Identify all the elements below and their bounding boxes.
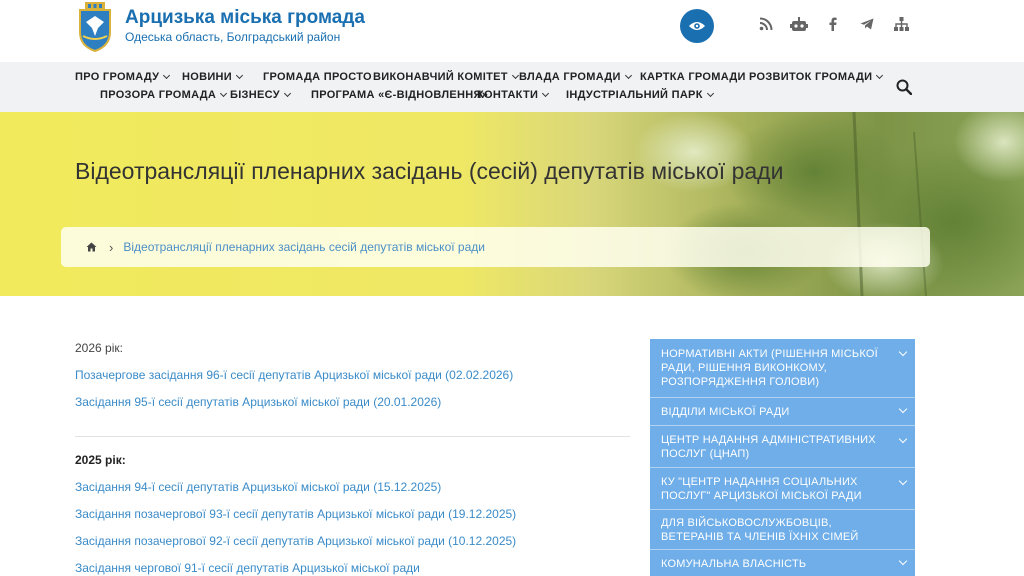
nav-item-label: КАРТКА ГРОМАДИ	[640, 71, 746, 83]
chevron-down-icon	[706, 89, 714, 98]
nav-item-label: НОВИНИ	[182, 71, 233, 83]
sidebar-item-cnap[interactable]: ЦЕНТР НАДАННЯ АДМІНІСТРАТИВНИХ ПОСЛУГ (Ц…	[650, 426, 915, 468]
foliage-background-image	[634, 112, 1024, 296]
accessibility-button[interactable]	[680, 9, 714, 43]
chatbot-link[interactable]	[790, 15, 808, 33]
sidebar-item-label: ДЛЯ ВІЙСЬКОВОСЛУЖБОВЦІВ, ВЕТЕРАНІВ ТА ЧЛ…	[661, 516, 859, 543]
coat-of-arms-logo[interactable]	[76, 2, 114, 52]
nav-item-contacts[interactable]: КОНТАКТИ	[477, 89, 550, 101]
session-link[interactable]: Засідання позачергової 93-ї сесії депута…	[75, 507, 516, 521]
page-banner	[0, 112, 1024, 296]
nav-item-e-recovery[interactable]: ПРОГРАМА «Є-ВІДНОВЛЕННЯ»	[311, 89, 488, 101]
nav-item-community-simple[interactable]: ГРОМАДА ПРОСТО	[263, 71, 372, 83]
chevron-down-icon	[511, 71, 519, 80]
nav-item-development[interactable]: РОЗВИТОК ГРОМАДИ	[749, 71, 884, 83]
nav-item-label: КОНТАКТИ	[477, 89, 539, 101]
sidebar-item-departments[interactable]: ВІДДІЛИ МІСЬКОЇ РАДИ	[650, 398, 915, 426]
page-title: Відеотрансляції пленарних засідань (сесі…	[75, 158, 784, 184]
session-link[interactable]: Засідання чергової 91-ї сесії депутатів …	[75, 561, 420, 575]
nav-item-label: ВЛАДА ГРОМАДИ	[519, 71, 621, 83]
nav-item-community-card[interactable]: КАРТКА ГРОМАДИ	[640, 71, 746, 83]
breadcrumb-separator-icon: ›	[109, 239, 114, 255]
nav-item-about[interactable]: ПРО ГРОМАДУ	[75, 71, 171, 83]
sidebar-item-label: ЦЕНТР НАДАННЯ АДМІНІСТРАТИВНИХ ПОСЛУГ (Ц…	[661, 433, 876, 460]
chevron-down-icon	[898, 404, 908, 414]
chevron-down-icon	[898, 476, 908, 486]
session-link[interactable]: Засідання 94-ї сесії депутатів Арцизької…	[75, 480, 441, 494]
telegram-link[interactable]	[858, 15, 876, 33]
session-link[interactable]: Засідання позачергової 92-ї сесії депута…	[75, 534, 516, 548]
sidebar-item-label: КУ "ЦЕНТР НАДАННЯ СОЦІАЛЬНИХ ПОСЛУГ" АРЦ…	[661, 475, 862, 502]
chevron-down-icon	[898, 347, 908, 357]
session-link[interactable]: Засідання 95-ї сесії депутатів Арцизької…	[75, 395, 441, 409]
nav-item-transparency[interactable]: ПРОЗОРА ГРОМАДА	[100, 89, 228, 101]
nav-item-label: ПРОЗОРА ГРОМАДА	[100, 89, 217, 101]
home-icon[interactable]	[86, 242, 97, 252]
site-subtitle: Одеська область, Болградський район	[125, 30, 341, 44]
session-link[interactable]: Позачергове засідання 96-ї сесії депутат…	[75, 368, 513, 382]
facebook-icon	[829, 17, 837, 31]
nav-item-label: ІНДУСТРІАЛЬНИЙ ПАРК	[566, 89, 703, 101]
eye-icon	[689, 22, 705, 30]
sidebar-menu: НОРМАТИВНІ АКТИ (РІШЕННЯ МІСЬКОЇ РАДИ, Р…	[650, 339, 915, 576]
nav-item-news[interactable]: НОВИНИ	[182, 71, 244, 83]
rss-link[interactable]	[757, 15, 775, 33]
breadcrumb: › Відеотрансляції пленарних засідань сес…	[61, 227, 930, 267]
sitemap-link[interactable]	[892, 15, 910, 33]
nav-item-label: ПРО ГРОМАДУ	[75, 71, 160, 83]
sidebar-item-label: НОРМАТИВНІ АКТИ (РІШЕННЯ МІСЬКОЇ РАДИ, Р…	[661, 348, 878, 388]
chevron-down-icon	[898, 434, 908, 444]
chevron-down-icon	[235, 71, 244, 80]
nav-item-business[interactable]: БІЗНЕСУ	[230, 89, 291, 101]
telegram-icon	[860, 18, 874, 30]
robot-icon	[790, 16, 808, 31]
site-title[interactable]: Арцизька міська громада	[125, 7, 365, 29]
sidebar-item-label: КОМУНАЛЬНА ВЛАСНІСТЬ	[661, 557, 807, 570]
sidebar-item-communal-property[interactable]: КОМУНАЛЬНА ВЛАСНІСТЬ	[650, 550, 915, 576]
chevron-down-icon	[876, 71, 884, 80]
chevron-down-icon	[163, 71, 171, 80]
sidebar-item-social-services[interactable]: КУ "ЦЕНТР НАДАННЯ СОЦІАЛЬНИХ ПОСЛУГ" АРЦ…	[650, 468, 915, 510]
chevron-down-icon	[542, 89, 550, 98]
main-navigation: ПРО ГРОМАДУ НОВИНИ ГРОМАДА ПРОСТО ВИКОНА…	[0, 62, 1024, 112]
year-heading-2025: 2025 рік:	[75, 453, 126, 467]
nav-item-label: ПРОГРАМА «Є-ВІДНОВЛЕННЯ»	[311, 89, 489, 101]
search-icon[interactable]	[896, 79, 912, 95]
rss-icon	[759, 17, 773, 31]
nav-item-industrial-park[interactable]: ІНДУСТРІАЛЬНИЙ ПАРК	[566, 89, 714, 101]
breadcrumb-current: Відеотрансляції пленарних засідань сесій…	[123, 240, 485, 254]
nav-item-label: БІЗНЕСУ	[230, 89, 280, 101]
nav-item-label: РОЗВИТОК ГРОМАДИ	[749, 71, 873, 83]
sidebar-item-normative-acts[interactable]: НОРМАТИВНІ АКТИ (РІШЕННЯ МІСЬКОЇ РАДИ, Р…	[650, 339, 915, 398]
sitemap-icon	[893, 17, 909, 31]
chevron-down-icon	[898, 556, 908, 566]
year-heading-2026: 2026 рік:	[75, 341, 123, 355]
nav-item-executive-committee[interactable]: ВИКОНАВЧИЙ КОМІТЕТ	[373, 71, 519, 83]
nav-item-label: ВИКОНАВЧИЙ КОМІТЕТ	[373, 71, 508, 83]
nav-item-label: ГРОМАДА ПРОСТО	[263, 71, 372, 83]
section-divider	[75, 436, 630, 437]
chevron-down-icon	[624, 71, 632, 80]
nav-item-authority[interactable]: ВЛАДА ГРОМАДИ	[519, 71, 632, 83]
chevron-down-icon	[283, 89, 291, 98]
chevron-down-icon	[220, 89, 228, 98]
site-header: Арцизька міська громада Одеська область,…	[0, 0, 1024, 62]
sidebar-item-label: ВІДДІЛИ МІСЬКОЇ РАДИ	[661, 405, 790, 418]
sidebar-item-military[interactable]: ДЛЯ ВІЙСЬКОВОСЛУЖБОВЦІВ, ВЕТЕРАНІВ ТА ЧЛ…	[650, 510, 915, 550]
facebook-link[interactable]	[824, 15, 842, 33]
